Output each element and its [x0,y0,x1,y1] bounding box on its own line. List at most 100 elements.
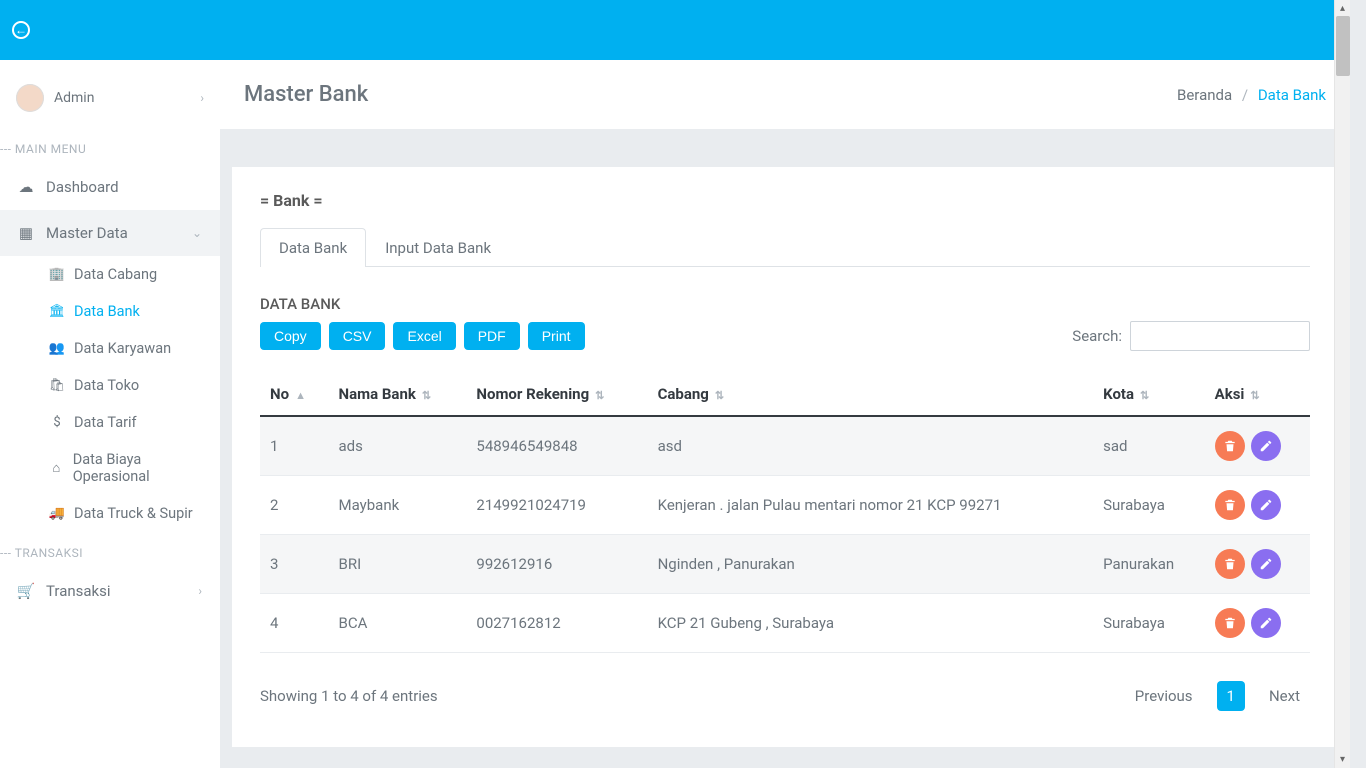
sidebar-sub-bank[interactable]: 🏛Data Bank [38,293,220,330]
sidebar-item-dashboard[interactable]: ☁Dashboard [0,164,220,210]
edit-button[interactable] [1251,431,1281,461]
sidebar-item-master-data[interactable]: ▦Master Data ⌄ [0,210,220,256]
sort-asc-icon: ▲ [295,389,306,402]
delete-button[interactable] [1215,608,1245,638]
tabs: Data Bank Input Data Bank [260,228,1310,267]
sort-icon: ⇅ [715,389,724,402]
building-icon: 🏢 [50,267,64,282]
csv-button[interactable]: CSV [329,322,386,350]
users-icon: 👥 [50,341,64,356]
sort-icon: ⇅ [595,389,604,402]
edit-button[interactable] [1251,490,1281,520]
breadcrumb-home[interactable]: Beranda [1177,86,1232,104]
sidebar-sub-cabang[interactable]: 🏢Data Cabang [38,256,220,293]
print-button[interactable]: Print [528,322,585,350]
delete-button[interactable] [1215,490,1245,520]
content: Master Bank Beranda / Data Bank = Bank =… [220,60,1350,768]
card-bank: = Bank = Data Bank Input Data Bank DATA … [232,167,1338,747]
cell-kota: Panurakan [1093,535,1205,594]
cell-nomor: 992612916 [466,535,647,594]
sidebar-item-transaksi[interactable]: 🛒Transaksi › [0,568,220,614]
excel-button[interactable]: Excel [393,322,455,350]
sort-icon: ⇅ [1250,389,1259,402]
sidebar-sub-karyawan[interactable]: 👥Data Karyawan [38,330,220,367]
breadcrumb: Beranda / Data Bank [1177,86,1326,104]
window-scrollbar[interactable]: ▴ ▾ [1334,0,1350,768]
sidebar-user[interactable]: Admin › [0,68,220,128]
chevron-down-icon: ⌄ [192,226,202,240]
th-nomor[interactable]: Nomor Rekening⇅ [466,373,647,416]
cell-no: 2 [260,476,329,535]
user-name: Admin [54,90,94,106]
scroll-up-icon: ▴ [1340,0,1345,17]
table-row: 1ads548946549848asdsad [260,416,1310,476]
cell-nomor: 0027162812 [466,594,647,653]
cell-kota: sad [1093,416,1205,476]
cell-no: 4 [260,594,329,653]
table-row: 2Maybank2149921024719Kenjeran . jalan Pu… [260,476,1310,535]
sidebar-sub-tarif[interactable]: $Data Tarif [38,404,220,441]
tab-data-bank[interactable]: Data Bank [260,228,366,267]
cell-nama: BCA [329,594,467,653]
bank-icon: 🏛 [50,304,64,319]
sidebar-submenu-master-data: 🏢Data Cabang 🏛Data Bank 👥Data Karyawan 🛍… [0,256,220,532]
edit-button[interactable] [1251,608,1281,638]
sidebar-sub-truck[interactable]: 🚚Data Truck & Supir [38,495,220,532]
cell-aksi [1205,594,1310,653]
cell-cabang: Nginden , Panurakan [648,535,1094,594]
cell-cabang: KCP 21 Gubeng , Surabaya [648,594,1094,653]
copy-button[interactable]: Copy [260,322,321,350]
datatable-toolbar: Copy CSV Excel PDF Print Search: [260,321,1310,351]
table-row: 3BRI992612916Nginden , PanurakanPanuraka… [260,535,1310,594]
breadcrumb-current: Data Bank [1258,86,1326,104]
data-table: No▲ Nama Bank⇅ Nomor Rekening⇅ Cabang⇅ K… [260,373,1310,653]
cell-nama: Maybank [329,476,467,535]
cell-no: 1 [260,416,329,476]
sidebar: Admin › --- MAIN MENU ☁Dashboard ▦Master… [0,60,220,768]
truck-icon: 🚚 [50,506,64,521]
cell-no: 3 [260,535,329,594]
section-label: DATA BANK [260,295,1310,313]
dollar-icon: $ [50,415,64,430]
sidebar-sub-biaya[interactable]: ⌂Data Biaya Operasional [38,441,220,495]
cell-kota: Surabaya [1093,594,1205,653]
cell-kota: Surabaya [1093,476,1205,535]
calendar-icon: ▦ [18,224,34,242]
topbar: ← [0,0,1350,60]
chevron-right-icon: › [200,91,204,105]
cell-nomor: 548946549848 [466,416,647,476]
th-aksi[interactable]: Aksi⇅ [1205,373,1310,416]
cell-cabang: Kenjeran . jalan Pulau mentari nomor 21 … [648,476,1094,535]
th-cabang[interactable]: Cabang⇅ [648,373,1094,416]
cell-aksi [1205,476,1310,535]
breadcrumb-sep: / [1242,86,1248,104]
back-icon[interactable]: ← [12,21,30,39]
cell-aksi [1205,535,1310,594]
next-button[interactable]: Next [1259,681,1310,711]
cell-nama: ads [329,416,467,476]
tab-input-data-bank[interactable]: Input Data Bank [366,228,510,267]
speedometer-icon: ☁ [18,178,34,196]
scroll-down-icon: ▾ [1340,751,1345,768]
home-icon: ⌂ [50,460,63,476]
delete-button[interactable] [1215,431,1245,461]
pdf-button[interactable]: PDF [464,322,520,350]
page-header: Master Bank Beranda / Data Bank [220,60,1350,129]
prev-button[interactable]: Previous [1125,681,1203,711]
card-title: = Bank = [260,191,1310,210]
datatable-footer: Showing 1 to 4 of 4 entries Previous 1 N… [260,681,1310,711]
th-kota[interactable]: Kota⇅ [1093,373,1205,416]
pager: Previous 1 Next [1125,681,1310,711]
sidebar-sub-toko[interactable]: 🛍Data Toko [38,367,220,404]
cell-nomor: 2149921024719 [466,476,647,535]
avatar [16,84,44,112]
delete-button[interactable] [1215,549,1245,579]
sort-icon: ⇅ [1140,389,1149,402]
page-title: Master Bank [244,82,368,107]
cart-icon: 🛒 [18,582,34,600]
edit-button[interactable] [1251,549,1281,579]
page-1-button[interactable]: 1 [1217,681,1245,711]
th-no[interactable]: No▲ [260,373,329,416]
search-input[interactable] [1130,321,1310,351]
th-nama[interactable]: Nama Bank⇅ [329,373,467,416]
